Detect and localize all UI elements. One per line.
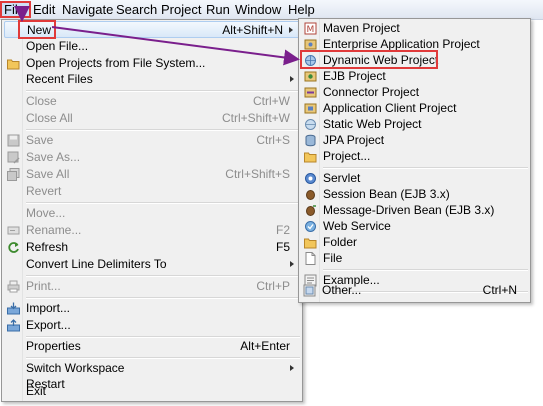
- annotation-arrow-new-to-dynamic-web: [51, 26, 300, 66]
- annotation-arrows: [14, 6, 300, 66]
